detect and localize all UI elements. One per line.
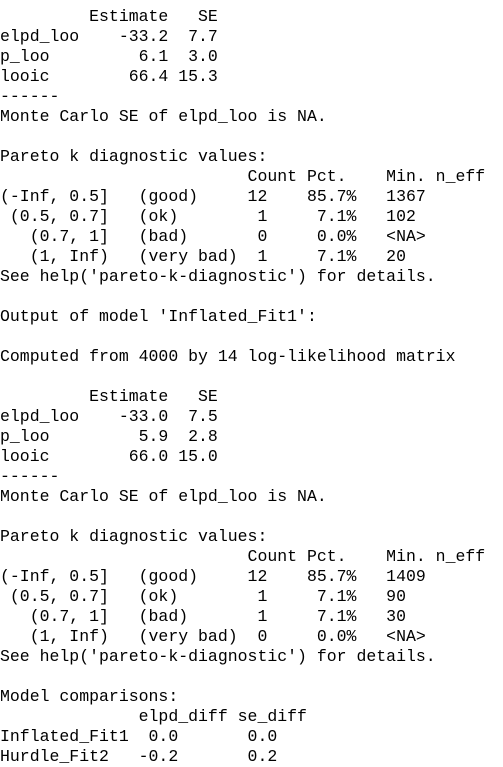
- computed-from-note: Computed from 4000 by 14 log-likelihood …: [0, 347, 456, 366]
- loo2-help-note: See help('pareto-k-diagnostic') for deta…: [0, 647, 436, 666]
- loo1-separator: ------: [0, 87, 60, 106]
- loo1-pareto-row-ok: (0.5, 0.7] (ok) 1 7.1% 102: [0, 207, 416, 226]
- loo2-p-loo-row: p_loo 5.9 2.8: [0, 427, 218, 446]
- comparison-row-hurdle-fit2: Hurdle_Fit2 -0.2 0.2: [0, 747, 278, 766]
- loo2-separator: ------: [0, 467, 60, 486]
- loo1-help-note: See help('pareto-k-diagnostic') for deta…: [0, 267, 436, 286]
- loo1-looic-row: looic 66.4 15.3: [0, 67, 218, 86]
- loo2-pareto-row-bad: (0.7, 1] (bad) 1 7.1% 30: [0, 607, 406, 626]
- model-output-heading: Output of model 'Inflated_Fit1':: [0, 307, 317, 326]
- loo2-pareto-row-very-bad: (1, Inf) (very bad) 0 0.0% <NA>: [0, 627, 426, 646]
- loo1-pareto-row-very-bad: (1, Inf) (very bad) 1 7.1% 20: [0, 247, 406, 266]
- loo1-elpd-loo-row: elpd_loo -33.2 7.7: [0, 27, 218, 46]
- loo1-p-loo-row: p_loo 6.1 3.0: [0, 47, 218, 66]
- comparison-row-inflated-fit1: Inflated_Fit1 0.0 0.0: [0, 727, 278, 746]
- loo2-pareto-header: Count Pct. Min. n_eff: [0, 547, 486, 566]
- r-console-output: Estimate SE elpd_loo -33.2 7.7 p_loo 6.1…: [0, 0, 503, 767]
- loo1-table-header: Estimate SE: [0, 7, 218, 26]
- loo1-pareto-title: Pareto k diagnostic values:: [0, 147, 268, 166]
- loo2-elpd-loo-row: elpd_loo -33.0 7.5: [0, 407, 218, 426]
- loo2-looic-row: looic 66.0 15.0: [0, 447, 218, 466]
- loo2-pareto-row-good: (-Inf, 0.5] (good) 12 85.7% 1409: [0, 567, 426, 586]
- model-comparisons-title: Model comparisons:: [0, 687, 179, 706]
- loo2-pareto-title: Pareto k diagnostic values:: [0, 527, 268, 546]
- loo2-monte-carlo-note: Monte Carlo SE of elpd_loo is NA.: [0, 487, 327, 506]
- loo1-pareto-row-good: (-Inf, 0.5] (good) 12 85.7% 1367: [0, 187, 426, 206]
- loo1-pareto-row-bad: (0.7, 1] (bad) 0 0.0% <NA>: [0, 227, 426, 246]
- loo1-monte-carlo-note: Monte Carlo SE of elpd_loo is NA.: [0, 107, 327, 126]
- comparison-header: elpd_diff se_diff: [0, 707, 307, 726]
- loo1-pareto-header: Count Pct. Min. n_eff: [0, 167, 486, 186]
- loo2-table-header: Estimate SE: [0, 387, 218, 406]
- loo2-pareto-row-ok: (0.5, 0.7] (ok) 1 7.1% 90: [0, 587, 406, 606]
